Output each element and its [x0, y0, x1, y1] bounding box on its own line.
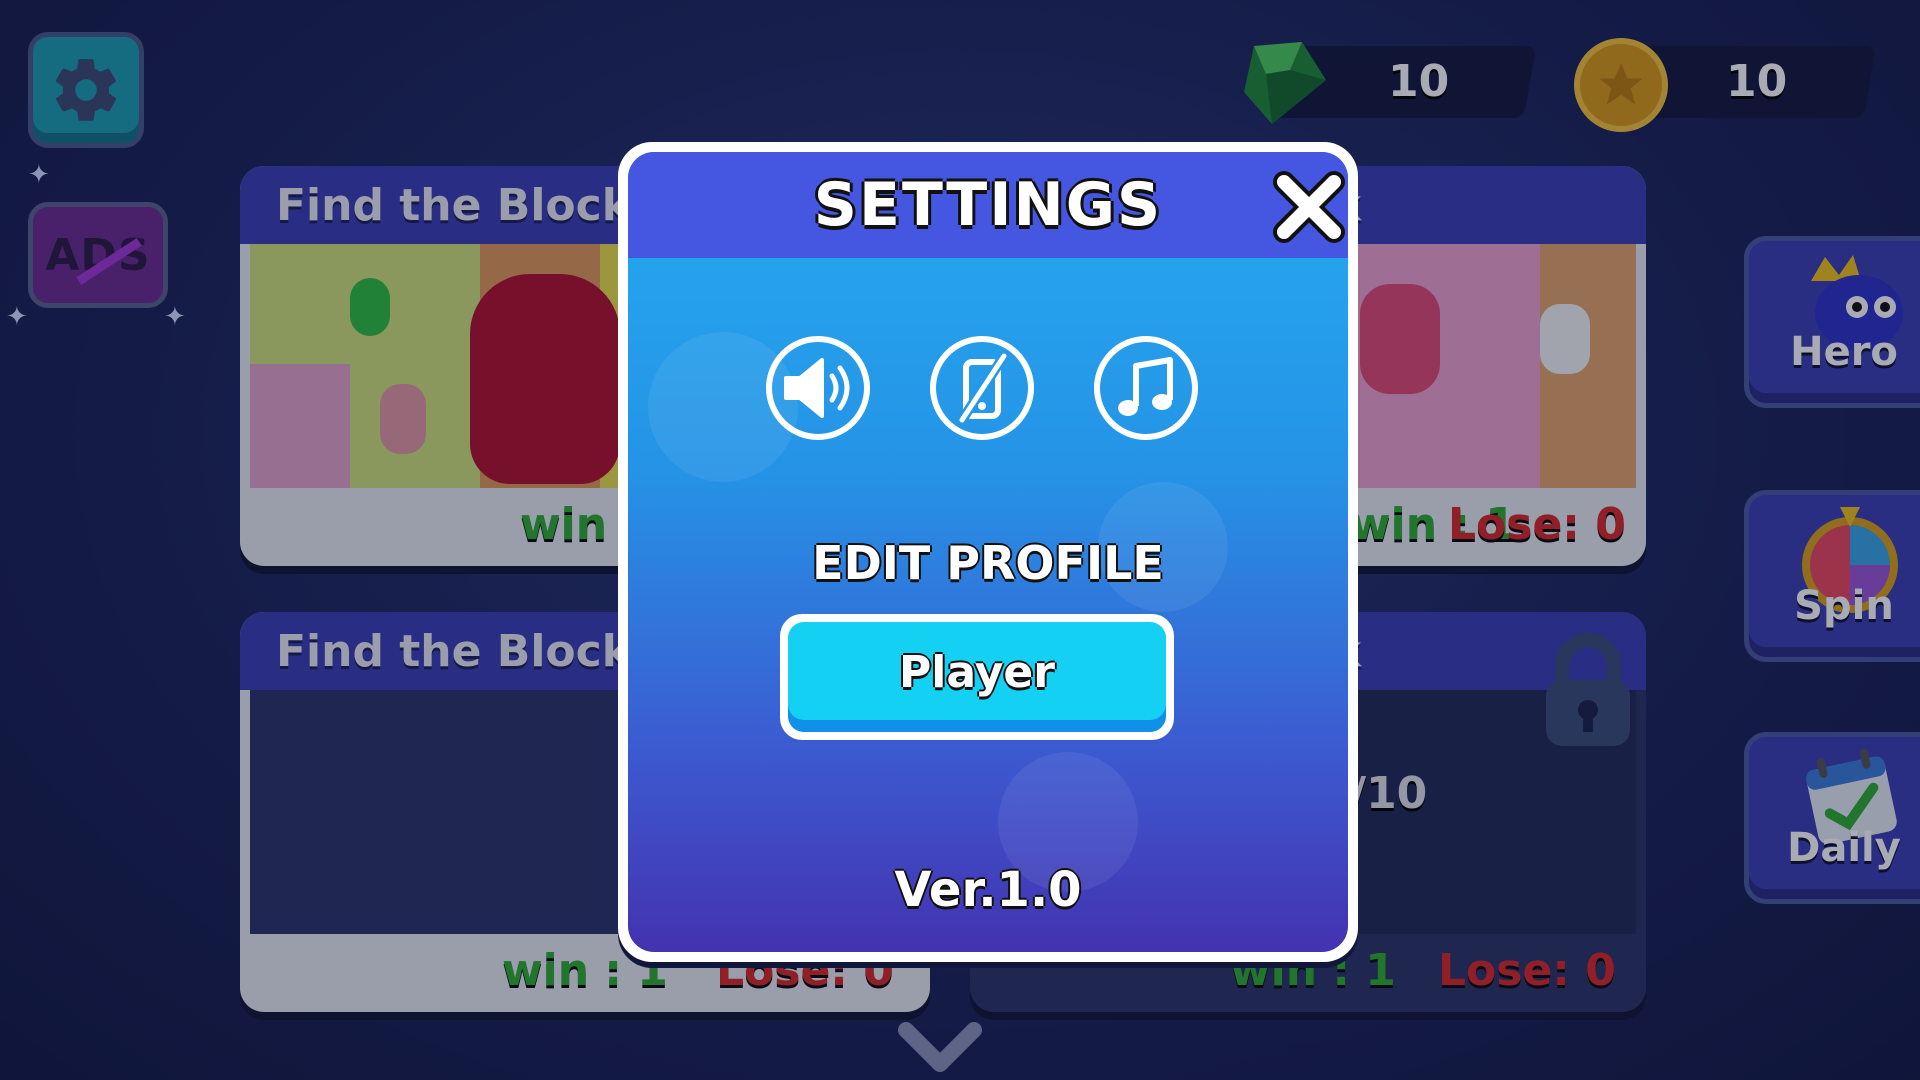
gem-icon [1244, 42, 1326, 124]
gem-count: 10 [1388, 56, 1450, 107]
modal-title: SETTINGS [813, 170, 1163, 240]
coin-icon [1574, 38, 1668, 132]
star-icon [1599, 63, 1643, 105]
lose-count: Lose: 0 [1438, 945, 1616, 996]
music-icon [1118, 357, 1173, 416]
unlock-progress: /10 [1350, 768, 1428, 819]
coin-count: 10 [1726, 56, 1788, 107]
vibration-off-icon [957, 351, 1009, 425]
lock-icon [1546, 633, 1630, 746]
settings-modal-body: SETTINGS EDIT PROFILE Player Ver.1.0 [628, 152, 1348, 952]
close-icon[interactable] [1272, 170, 1346, 244]
hero-label: Hero [1790, 329, 1898, 375]
scroll-down-chevron-icon[interactable] [898, 1020, 982, 1080]
sparkle-icon: ✦ [28, 160, 50, 190]
version-label: Ver.1.0 [894, 862, 1082, 918]
settings-modal: SETTINGS EDIT PROFILE Player Ver.1.0 [618, 142, 1358, 962]
settings-button[interactable] [28, 32, 144, 148]
sparkle-icon: ✦ [164, 302, 186, 332]
player-name-button[interactable]: Player [780, 614, 1174, 740]
edit-profile-label: EDIT PROFILE [812, 536, 1164, 590]
vibration-toggle[interactable] [930, 336, 1034, 440]
spin-label: Spin [1794, 583, 1894, 629]
modal-header: SETTINGS [628, 152, 1348, 258]
hero-button[interactable]: Hero [1744, 236, 1920, 408]
sound-icon [784, 358, 850, 418]
sparkle-icon: ✦ [6, 302, 28, 332]
remove-ads-button[interactable]: ADS [28, 202, 168, 308]
spin-button[interactable]: Spin [1744, 490, 1920, 662]
gear-icon [55, 59, 117, 121]
daily-button[interactable]: Daily [1744, 732, 1920, 904]
music-toggle[interactable] [1094, 336, 1198, 440]
lose-count: Lose: 0 [1448, 499, 1626, 550]
sound-toggle[interactable] [766, 336, 870, 440]
daily-label: Daily [1787, 825, 1901, 871]
player-name: Player [788, 622, 1166, 732]
